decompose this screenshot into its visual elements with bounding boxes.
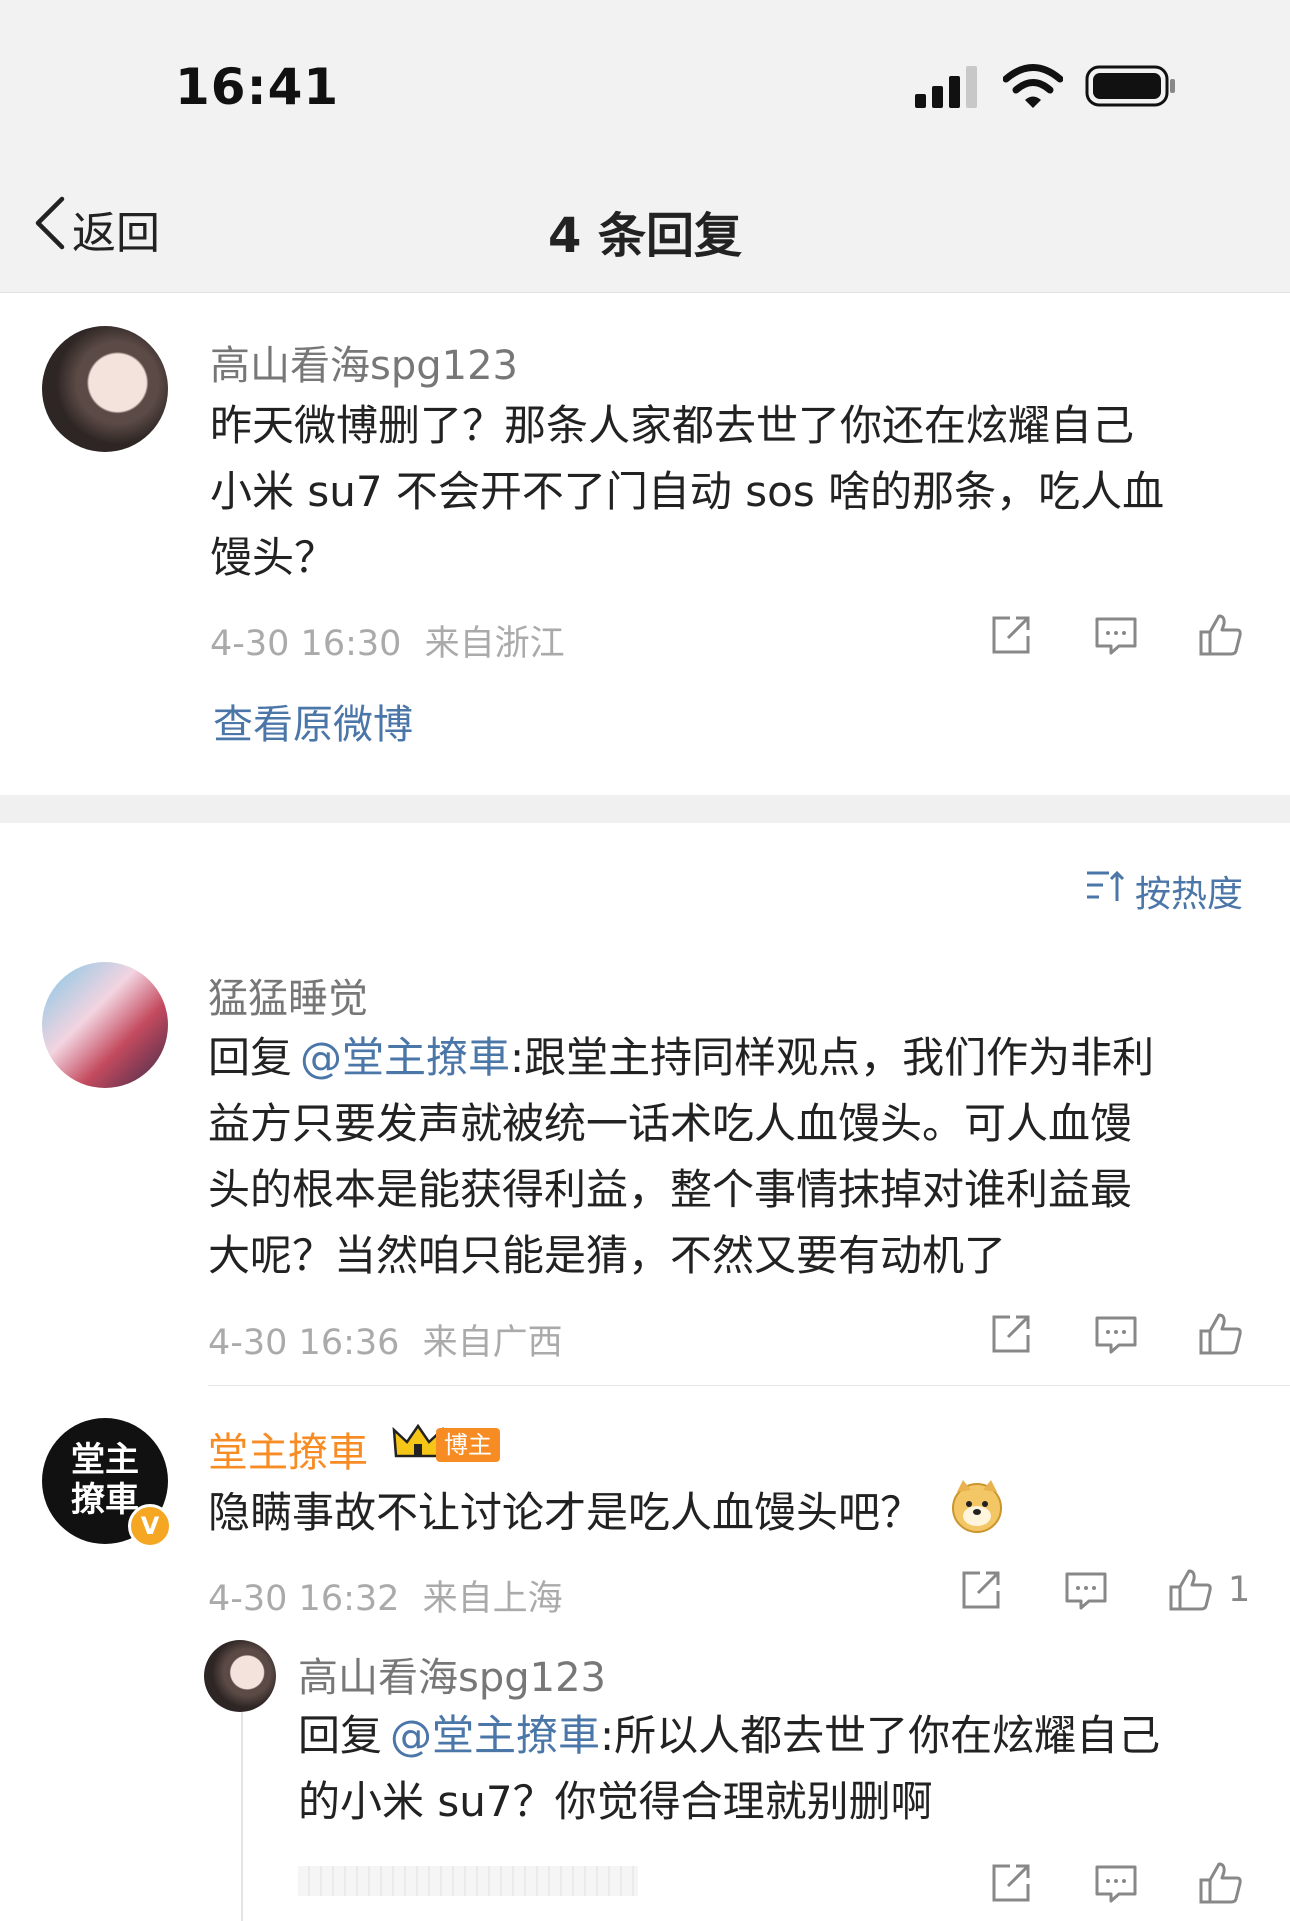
comment-location: 来自浙江 <box>424 624 565 664</box>
comment-icon[interactable] <box>1063 1567 1109 1613</box>
like-icon[interactable] <box>1197 612 1243 658</box>
share-icon[interactable] <box>958 1567 1004 1613</box>
share-icon[interactable] <box>988 1311 1034 1357</box>
share-icon[interactable] <box>988 612 1034 658</box>
section-divider <box>0 795 1290 823</box>
avatar-text: 堂主撩車 <box>71 1440 139 1520</box>
reply-line: 的小米 su7？你觉得合理就别删啊 <box>298 1777 933 1826</box>
author-text-line: 隐瞒事故不让讨论才是吃人血馒头吧？ <box>208 1488 923 1537</box>
reply-line: :所以人都去世了你在炫耀自己 <box>600 1711 1161 1760</box>
reply-prefix: 回复 <box>208 1033 293 1082</box>
reply-line: 大呢？当然咱只能是猜，不然又要有动机了 <box>208 1231 1007 1280</box>
verified-badge-icon: V <box>128 1504 172 1548</box>
battery-icon <box>1085 65 1177 111</box>
comment-line: 馒头？ <box>210 533 337 582</box>
comment-line: 小米 su7 不会开不了门自动 sos 啥的那条，吃人血 <box>210 467 1165 516</box>
avatar[interactable] <box>204 1640 276 1712</box>
author-meta: 4-30 16:32 来自上海 <box>208 1570 563 1621</box>
comment-line: 昨天微博删了？那条人家都去世了你还在炫耀自己 <box>210 401 1135 450</box>
reply-line: :跟堂主持同样观点，我们作为非利 <box>510 1033 1155 1082</box>
page-title: 4 条回复 <box>547 208 743 264</box>
comment-time: 4-30 16:30 <box>210 624 402 664</box>
author-location: 来自上海 <box>422 1579 563 1619</box>
like-icon[interactable] <box>1197 1860 1243 1906</box>
sort-button[interactable]: 按热度 <box>1085 865 1243 917</box>
sort-label: 按热度 <box>1135 874 1244 915</box>
mention-link[interactable]: @堂主撩車 <box>390 1711 600 1760</box>
avatar[interactable] <box>42 326 168 452</box>
avatar[interactable] <box>42 962 168 1088</box>
comment-meta: 4-30 16:30 来自浙江 <box>210 615 565 666</box>
nested-text: 回复 @堂主撩車:所以人都去世了你在炫耀自己 的小米 su7？你觉得合理就别删啊 <box>298 1703 1278 1835</box>
author-text: 隐瞒事故不让讨论才是吃人血馒头吧？ <box>208 1478 1268 1553</box>
blogger-badge: 博主 <box>436 1428 500 1462</box>
wifi-icon <box>1002 64 1064 112</box>
reply-line: 头的根本是能获得利益，整个事情抹掉对谁利益最 <box>208 1165 1133 1214</box>
reply-time: 4-30 16:36 <box>208 1323 400 1363</box>
signal-icon <box>915 66 981 112</box>
mention-link[interactable]: @堂主撩車 <box>300 1033 510 1082</box>
reply-meta: 4-30 16:36 来自广西 <box>208 1314 563 1365</box>
like-icon[interactable] <box>1167 1567 1213 1613</box>
author-time: 4-30 16:32 <box>208 1579 400 1619</box>
nested-meta-placeholder <box>298 1866 638 1896</box>
thread-line <box>241 1700 243 1921</box>
reply-line: 益方只要发声就被统一话术吃人血馒头。可人血馒 <box>208 1099 1133 1148</box>
status-time: 16:41 <box>175 58 340 116</box>
reply-text: 回复 @堂主撩車:跟堂主持同样观点，我们作为非利 益方只要发声就被统一话术吃人血馒… <box>208 1025 1268 1289</box>
nested-username[interactable]: 高山看海spg123 <box>298 1645 606 1703</box>
like-count: 1 <box>1228 1570 1251 1610</box>
divider <box>208 1385 1290 1386</box>
like-icon[interactable] <box>1197 1311 1243 1357</box>
comment-text: 昨天微博删了？那条人家都去世了你还在炫耀自己 小米 su7 不会开不了门自动 s… <box>210 393 1260 591</box>
comment-icon[interactable] <box>1093 1311 1139 1357</box>
sort-icon <box>1085 869 1125 914</box>
share-icon[interactable] <box>988 1860 1034 1906</box>
comment-username[interactable]: 高山看海spg123 <box>210 333 518 391</box>
author-username[interactable]: 堂主撩車 <box>208 1420 368 1478</box>
comment-icon[interactable] <box>1093 612 1139 658</box>
reply-prefix: 回复 <box>298 1711 383 1760</box>
reply-username[interactable]: 猛猛睡觉 <box>208 966 368 1024</box>
comment-icon[interactable] <box>1093 1860 1139 1906</box>
view-original-link[interactable]: 查看原微博 <box>213 692 413 750</box>
doge-emoji-icon <box>949 1478 1005 1553</box>
reply-location: 来自广西 <box>422 1323 563 1363</box>
